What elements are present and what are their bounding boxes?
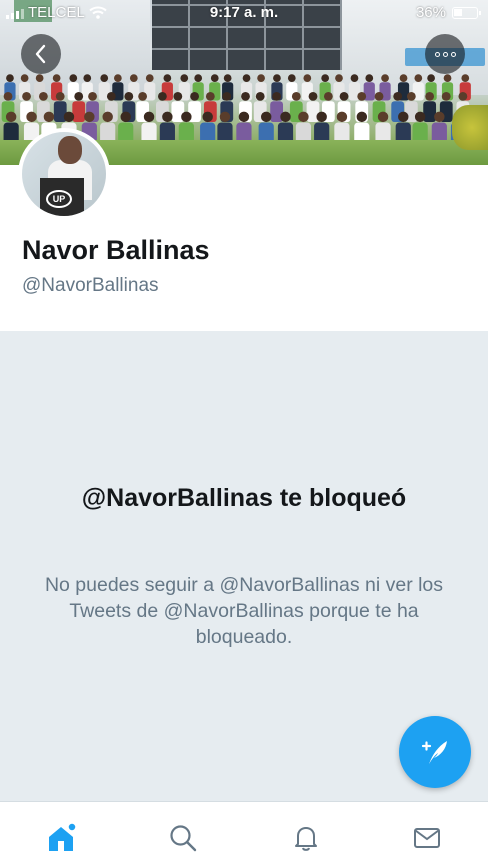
- search-icon: [170, 825, 197, 852]
- profile-avatar[interactable]: UP: [18, 128, 110, 220]
- battery-group: 36%: [415, 4, 481, 21]
- profile-handle: @NavorBallinas: [22, 275, 159, 296]
- compose-tweet-button[interactable]: [399, 716, 471, 788]
- avatar-person-head: [58, 136, 82, 164]
- avatar-podium-logo: UP: [46, 190, 72, 208]
- more-horizontal-icon: [434, 51, 456, 57]
- tab-home[interactable]: [44, 820, 80, 856]
- more-options-button[interactable]: [425, 34, 465, 74]
- tab-notifications[interactable]: [288, 820, 324, 856]
- blocked-description: No puedes seguir a @NavorBallinas ni ver…: [44, 574, 444, 648]
- messages-envelope-icon: [414, 828, 440, 848]
- compose-tweet-icon: [421, 741, 447, 764]
- battery-icon: [452, 6, 481, 19]
- back-button[interactable]: [21, 34, 61, 74]
- tab-search[interactable]: [165, 820, 201, 856]
- profile-display-name: Navor Ballinas: [22, 235, 210, 265]
- blocked-title: @NavorBallinas te bloqueó: [81, 484, 407, 512]
- chevron-left-icon: [35, 44, 46, 64]
- battery-percentage: 36%: [415, 4, 446, 21]
- banner-hedge: [452, 105, 488, 150]
- status-time: 9:17 a. m.: [209, 4, 279, 21]
- bottom-tab-bar: [0, 801, 488, 868]
- tab-messages[interactable]: [409, 820, 445, 856]
- notifications-bell-icon: [295, 827, 317, 851]
- home-icon: [49, 822, 77, 851]
- status-bar: TELCEL 9:17 a. m. 36%: [0, 0, 488, 26]
